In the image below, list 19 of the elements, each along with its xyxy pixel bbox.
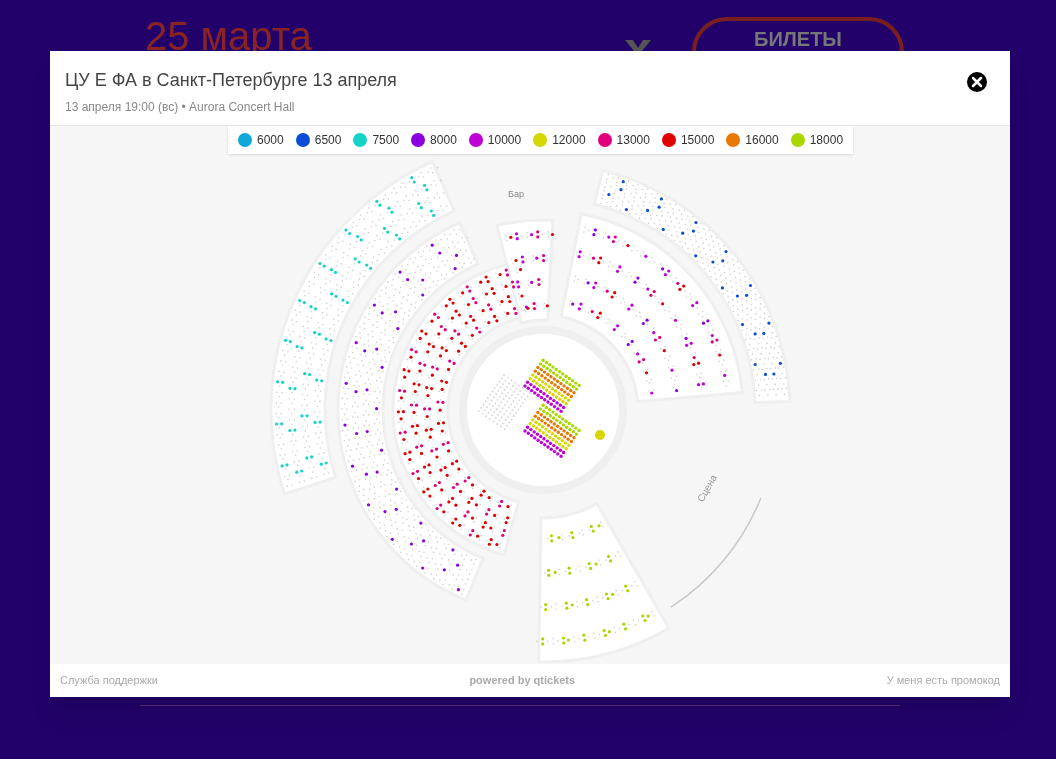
modal-subtitle: 13 апреля 19:00 (вс) • Aurora Concert Hall	[65, 99, 296, 116]
price-label: 15000	[680, 132, 715, 149]
price-label: 8000	[430, 132, 457, 149]
price-label: 7500	[372, 132, 400, 149]
price-label: 12000	[552, 132, 586, 149]
close-icon[interactable]	[966, 71, 988, 93]
promo-code-link[interactable]: У меня есть промокод	[886, 672, 1000, 689]
price-label: 6000	[257, 132, 284, 149]
price-label: 16000	[745, 132, 779, 149]
seat-map-drawing[interactable]	[269, 160, 792, 663]
price-label: 10000	[487, 132, 522, 149]
event-date: 25 марта	[145, 13, 312, 60]
price-label: 13000	[616, 132, 650, 149]
powered-by-link[interactable]: powered by qtickets	[469, 672, 576, 689]
price-label: 18000	[809, 132, 844, 149]
price-label: 6500	[314, 132, 342, 149]
modal-title: ЦУ Е ФА в Санкт-Петербурге 13 апреля	[65, 69, 397, 92]
bar-label: Бар	[508, 189, 524, 199]
support-link[interactable]: Служба поддержки	[60, 672, 158, 689]
